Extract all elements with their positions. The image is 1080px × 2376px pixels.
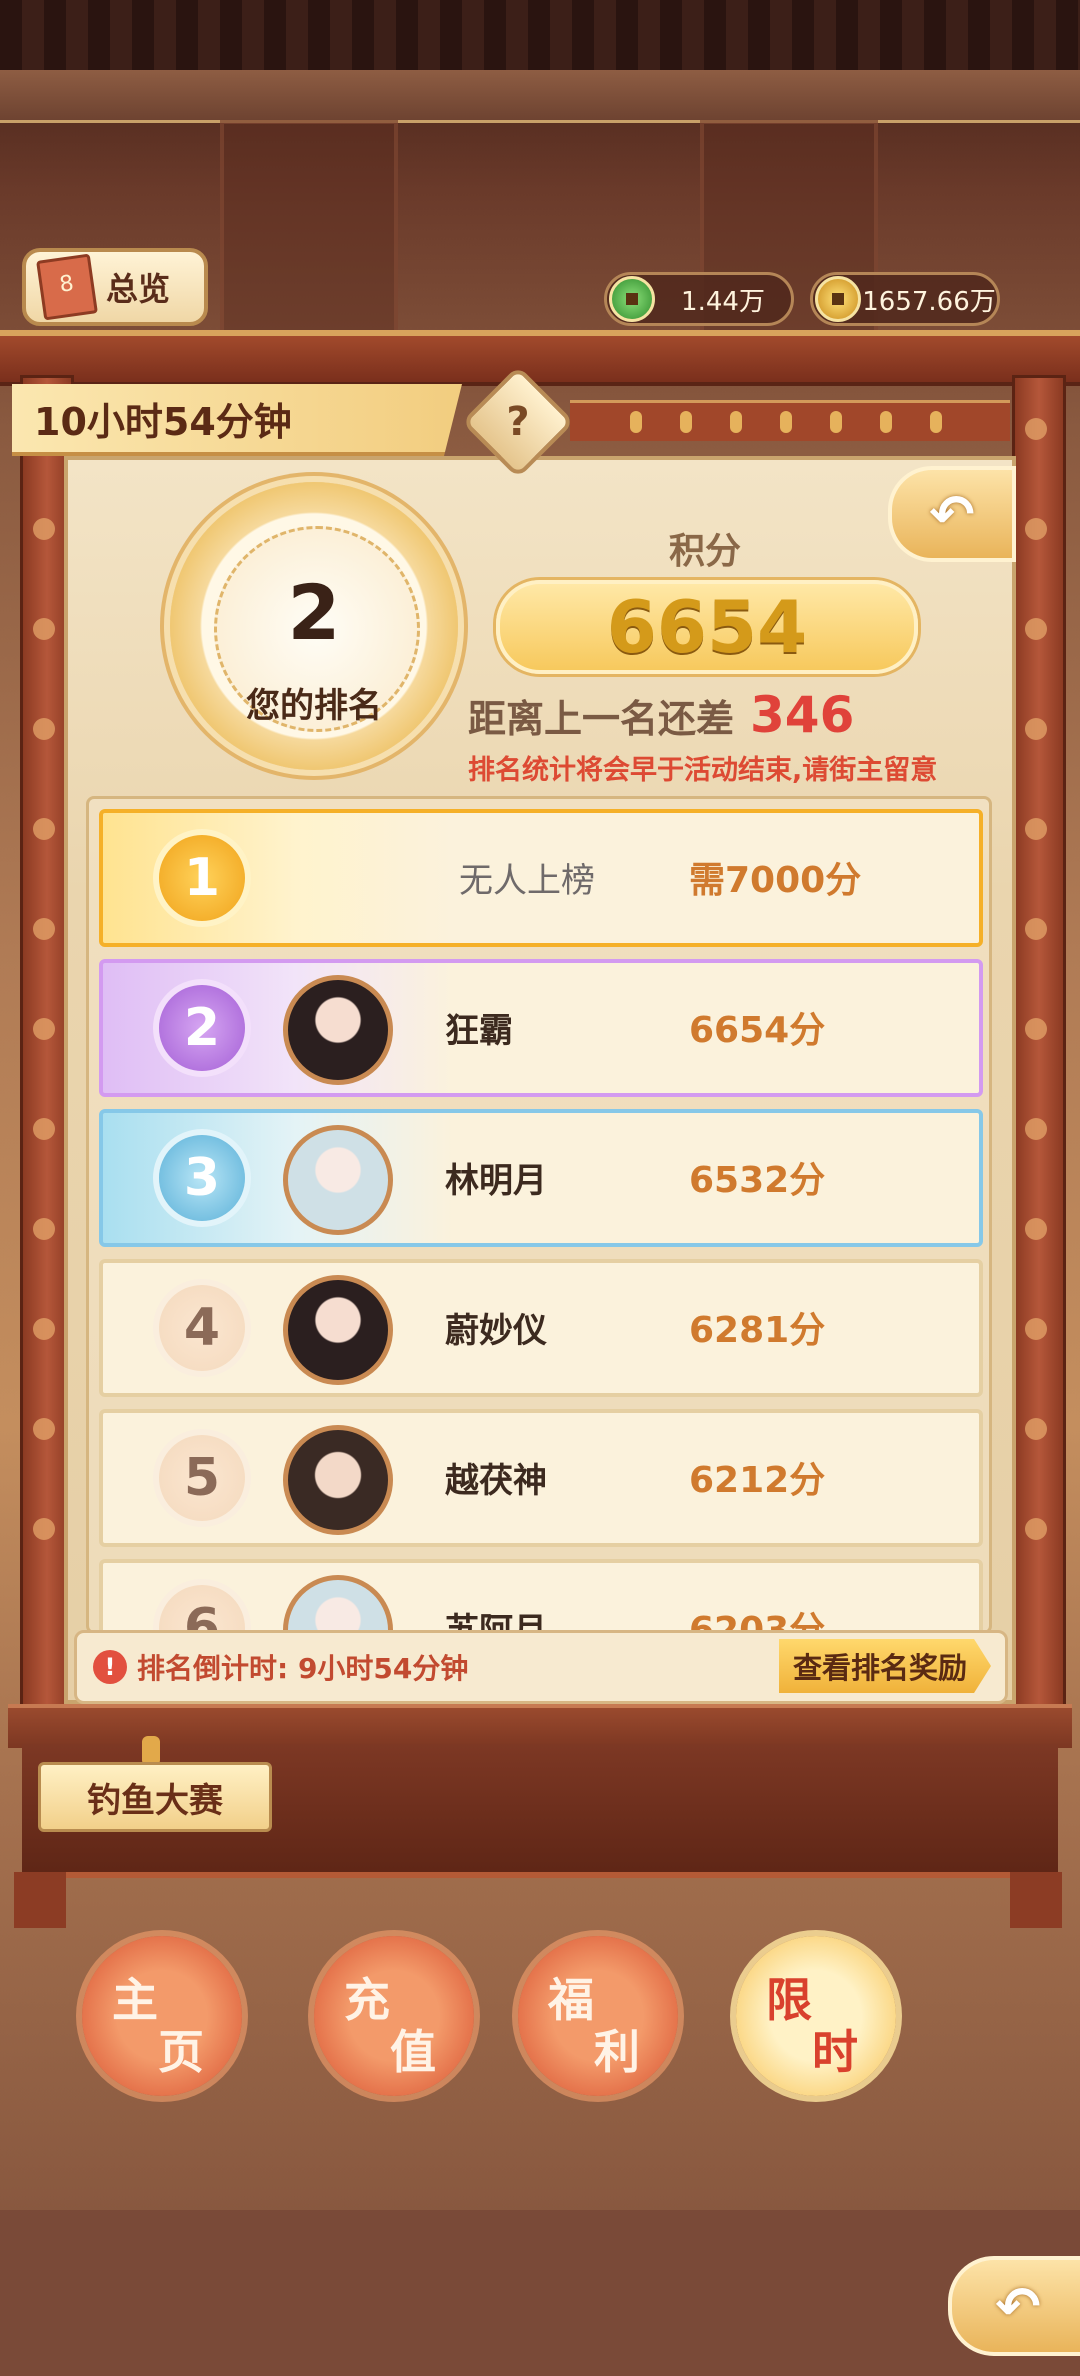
nav-recharge[interactable]: 充 值 (314, 1936, 474, 2096)
player-name: 蔚妙仪 (445, 1311, 547, 1351)
nav-recharge-char2: 值 (390, 2025, 436, 2079)
leaderboard-row[interactable]: 3 林明月 6532分 (99, 1109, 983, 1247)
ranking-notice: 排名统计将会早于活动结束,请街主留意 (468, 755, 938, 786)
top-frieze (0, 70, 1080, 123)
green-currency-value: 1.44万 (681, 286, 765, 317)
rank-medal: 1 (159, 835, 245, 921)
green-currency[interactable]: 1.44万 (604, 272, 794, 326)
score-value: 6654 (606, 585, 808, 669)
shelf-leg (1010, 1872, 1062, 1928)
countdown-text: 排名倒计时: 9小时54分钟 (137, 1652, 469, 1685)
player-points: 6212分 (689, 1460, 826, 1501)
event-tag: 钓鱼大赛 (38, 1762, 272, 1832)
event-timer-banner: 10小时54分钟 (12, 384, 462, 456)
green-coin-icon (609, 276, 655, 322)
avatar[interactable] (283, 1425, 393, 1535)
nav-limited-char1: 限 (766, 1973, 812, 2027)
my-rank-label: 您的排名 (246, 686, 382, 726)
nav-welfare[interactable]: 福 利 (518, 1936, 678, 2096)
gap-row: 距离上一名还差 346 (468, 686, 948, 744)
nav-welfare-char1: 福 (548, 1973, 594, 2027)
back-button[interactable]: ↶ (888, 466, 1016, 562)
leaderboard-row[interactable]: 6 苏阿月 6203分 (99, 1559, 983, 1631)
overview-label: 总览 (106, 270, 171, 308)
shelf-top (8, 1704, 1072, 1748)
view-rewards-button[interactable]: 查看排名奖励 (779, 1639, 991, 1693)
nav-home-char1: 主 (112, 1973, 158, 2027)
leaderboard-row[interactable]: 2 狂霸 6654分 (99, 959, 983, 1097)
event-name: 钓鱼大赛 (87, 1780, 223, 1821)
nav-welfare-char2: 利 (594, 2025, 640, 2079)
countdown-bar: ! 排名倒计时: 9小时54分钟 查看排名奖励 (74, 1630, 1008, 1704)
gap-value: 346 (750, 686, 855, 744)
rank-medal: 3 (159, 1135, 245, 1221)
leaderboard-list[interactable]: 1 无人上榜 需7000分 2 狂霸 6654分 3 林明月 6532分 4 蔚… (86, 796, 992, 1634)
rank-number: 4 (159, 1285, 245, 1371)
gap-label: 距离上一名还差 (468, 697, 735, 741)
nav-recharge-char1: 充 (344, 1973, 390, 2027)
board-beam (0, 330, 1080, 386)
leaderboard-row[interactable]: 5 越茯神 6212分 (99, 1409, 983, 1547)
nav-home[interactable]: 主 页 (82, 1936, 242, 2096)
shelf-leg (14, 1872, 66, 1928)
overview-button[interactable]: 8 总览 (22, 248, 208, 326)
player-name: 狂霸 (445, 1011, 513, 1051)
rank-medal: 2 (159, 985, 245, 1071)
leaderboard-row[interactable]: 4 蔚妙仪 6281分 (99, 1259, 983, 1397)
leaderboard-row: 1 无人上榜 需7000分 (99, 809, 983, 947)
gold-coin-icon (815, 276, 861, 322)
nav-limited-char2: 时 (812, 2025, 858, 2079)
my-rank-number: 2 (287, 568, 341, 657)
rank-number: 5 (159, 1435, 245, 1521)
player-name: 越茯神 (445, 1461, 547, 1501)
player-name: 无人上榜 (459, 861, 595, 901)
alert-icon: ! (93, 1650, 127, 1684)
bottom-back-button[interactable]: ↶ (948, 2256, 1080, 2356)
rank-number: 6 (159, 1585, 245, 1631)
back-arrow-icon: ↶ (995, 2274, 1041, 2338)
gold-currency-value: 1657.66万 (862, 286, 996, 317)
player-points: 6532分 (689, 1160, 826, 1201)
book-icon: 8 (36, 253, 98, 321)
avatar[interactable] (283, 1125, 393, 1235)
player-points: 6654分 (689, 1010, 826, 1051)
player-points: 6281分 (689, 1310, 826, 1351)
my-rank-badge: 2 您的排名 (170, 482, 458, 770)
back-arrow-icon: ↶ (929, 482, 975, 546)
avatar[interactable] (283, 1575, 393, 1631)
player-points: 需7000分 (689, 860, 862, 901)
score-box: 6654 (496, 580, 918, 674)
bg-window (220, 120, 398, 358)
view-rewards-label: 查看排名奖励 (792, 1651, 967, 1685)
top-rail (570, 400, 1010, 441)
event-timer: 10小时54分钟 (34, 399, 292, 444)
bottom-floor (0, 2210, 1080, 2376)
avatar[interactable] (283, 975, 393, 1085)
player-name: 林明月 (445, 1161, 547, 1201)
avatar[interactable] (283, 1275, 393, 1385)
gold-currency[interactable]: 1657.66万 (810, 272, 1000, 326)
score-title: 积分 (668, 531, 741, 572)
nav-home-char2: 页 (158, 2025, 204, 2079)
nav-limited[interactable]: 限 时 (736, 1936, 896, 2096)
right-post (1012, 375, 1066, 1711)
question-icon: ? (506, 399, 530, 445)
